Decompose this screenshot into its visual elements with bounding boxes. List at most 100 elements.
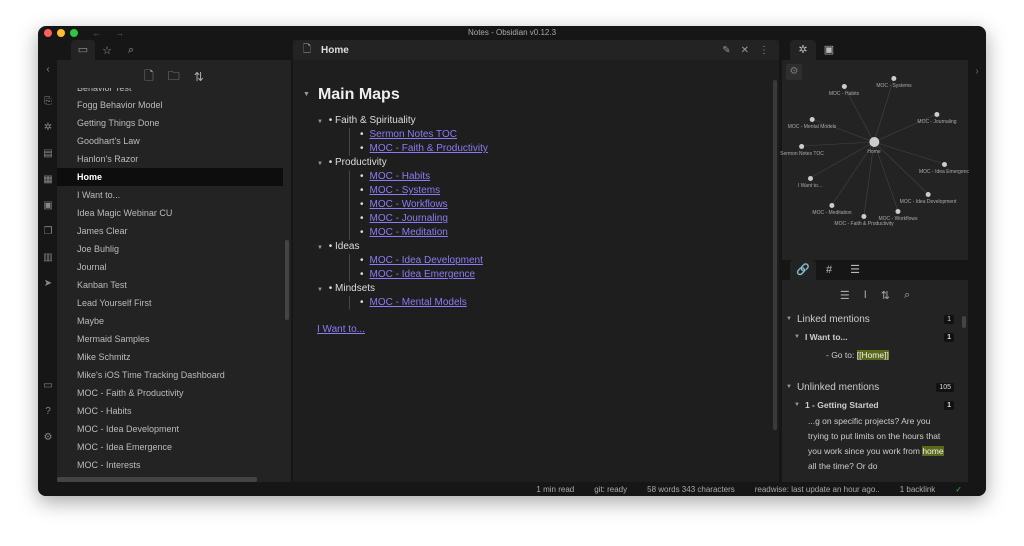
internal-link[interactable]: MOC - Workflows [360,198,779,212]
daily-note-icon[interactable]: ▣ [42,200,54,211]
internal-link[interactable]: MOC - Idea Development [360,254,779,268]
local-graph[interactable]: ⚙ MOC - Habits MOC - Systems MOC - Mental … [780,60,969,260]
close-button[interactable] [44,29,52,37]
status-backlinks[interactable]: 1 backlink [900,485,936,494]
back-arrow-icon[interactable]: ← [92,28,115,38]
file-item[interactable]: Home [57,168,283,186]
file-item[interactable]: Behavior Test [57,88,283,96]
outline-tab-list-icon[interactable]: ☰ [842,260,868,280]
internal-link[interactable]: MOC - Faith & Productivity [360,142,779,156]
internal-link[interactable]: MOC - Habits [360,170,779,184]
forward-arrow-icon[interactable]: → [115,28,138,38]
linked-snippet[interactable]: - Go to: [[Home]] [782,346,968,364]
internal-link[interactable]: MOC - Meditation [360,226,779,240]
collapse-triangle-icon[interactable]: ▼ [303,91,310,98]
file-item[interactable]: Mike Schmitz [57,348,283,366]
graph-node[interactable]: MOC - Journaling [917,112,957,125]
graph-tab-icon[interactable]: ✲ [790,40,816,60]
link-i-want-to[interactable]: I Want to... [317,324,779,335]
help-icon[interactable]: ? [42,406,54,417]
maximize-button[interactable] [70,29,78,37]
internal-link[interactable]: MOC - Idea Emergence [360,268,779,282]
file-item[interactable]: Fogg Behavior Model [57,96,283,114]
status-git[interactable]: git: ready [594,485,627,494]
unlinked-file-row[interactable]: ▼ 1 - Getting Started 1 [782,396,968,414]
collapse-icon[interactable]: ‹ [42,64,54,75]
unlinked-snippet[interactable]: ...g on specific projects? Are you tryin… [782,414,968,474]
send-icon[interactable]: ➤ [42,278,54,289]
collapse-triangle-icon[interactable]: ▼ [317,161,323,167]
file-item[interactable]: Mermaid Samples [57,330,283,348]
collapse-triangle-icon[interactable]: ▼ [317,287,323,293]
graph-node[interactable]: MOC - Systems [876,76,912,89]
file-item[interactable]: MOC - Faith & Productivity [57,384,283,402]
templates-icon[interactable]: ▦ [42,174,54,185]
close-pane-icon[interactable]: ✕ [741,45,749,56]
linked-file-row[interactable]: ▼ I Want to... 1 [782,328,968,346]
file-item[interactable]: I Want to... [57,186,283,204]
file-item[interactable]: Getting Things Done [57,114,283,132]
minimize-button[interactable] [57,29,65,37]
file-item[interactable]: Mike's iOS Time Tracking Dashboard [57,366,283,384]
search-icon[interactable]: ⌕ [904,289,910,302]
graph-view-icon[interactable]: ✲ [42,122,54,133]
edit-pencil-icon[interactable]: ✎ [722,45,730,56]
internal-link[interactable]: Sermon Notes TOC [360,128,779,142]
file-list-scrollbar[interactable] [285,240,289,320]
graph-node[interactable]: MOC - Mental Models [788,117,836,130]
sort-icon[interactable]: ⇅ [881,289,890,302]
unlinked-mentions-header[interactable]: ▼ Unlinked mentions 105 [782,378,968,396]
file-item[interactable]: Journal [57,258,283,276]
graph-node[interactable]: I Want to... [798,176,822,189]
status-readwise[interactable]: readwise: last update an hour ago.. [755,485,880,494]
vault-icon[interactable]: ▭ [42,380,54,391]
files-tab-folder-icon[interactable]: ▭ [71,40,95,60]
file-item[interactable]: MOC - Habits [57,402,283,420]
backlinks-tab-link-icon[interactable]: 🔗 [790,260,816,280]
more-options-icon[interactable]: ⋮ [759,45,769,56]
file-item[interactable]: Hanlon's Razor [57,150,283,168]
note-title[interactable]: Home [321,45,349,56]
file-item[interactable]: Goodhart's Law [57,132,283,150]
file-item[interactable]: Lead Yourself First [57,294,283,312]
internal-link[interactable]: MOC - Mental Models [360,296,779,310]
collapse-results-icon[interactable]: ☰ [840,289,850,302]
file-item[interactable]: MOC - Idea Emergence [57,438,283,456]
graph-node[interactable]: MOC - Habits [829,84,859,97]
graph-node[interactable]: MOC - Idea Emergenc [919,162,969,175]
file-item[interactable]: MOC - Idea Development [57,420,283,438]
internal-link[interactable]: MOC - Systems [360,184,779,198]
sync-check-icon[interactable]: ✓ [955,485,962,494]
editor-scrollbar[interactable] [773,80,777,430]
graph-node[interactable]: MOC - Faith & Productivity [834,214,894,227]
show-context-icon[interactable]: I [864,289,867,301]
copy-icon[interactable]: ❐ [42,226,54,237]
collapse-triangle-icon[interactable]: ▼ [317,119,323,125]
settings-gear-icon[interactable]: ⚙ [42,432,54,443]
graph-node[interactable]: Sermon Notes TOC [780,144,824,157]
backlinks-scrollbar[interactable] [962,316,966,328]
file-item[interactable]: Kanban Test [57,276,283,294]
file-item[interactable]: Idea Magic Webinar CU [57,204,283,222]
open-quick-switcher-icon[interactable]: ⎘ [42,96,54,107]
new-note-icon[interactable]: 🗋 [144,67,154,88]
search-tab-search-icon[interactable]: ⌕ [119,44,143,57]
collapse-triangle-icon[interactable]: ▼ [317,245,323,251]
graph-node[interactable]: MOC - Idea Development [900,192,956,205]
file-item[interactable]: Maybe [57,312,283,330]
internal-link[interactable]: MOC - Journaling [360,212,779,226]
slides-icon[interactable]: ▤ [42,148,54,159]
linked-mentions-header[interactable]: ▼ Linked mentions 1 [782,310,968,328]
graph-settings-gear-icon[interactable]: ⚙ [786,64,802,80]
kanban-icon[interactable]: ▥ [42,252,54,263]
expand-right-icon[interactable]: › [975,66,978,77]
file-item[interactable]: MOC - Interests [57,456,283,474]
tags-tab-hash-icon[interactable]: # [816,260,842,280]
new-folder-icon[interactable]: 🗀 [168,67,180,88]
file-item[interactable]: James Clear [57,222,283,240]
calendar-tab-icon[interactable]: ▣ [816,40,842,60]
file-item[interactable]: Joe Buhlig [57,240,283,258]
starred-tab-star-icon[interactable]: ☆ [95,44,119,57]
sort-icon[interactable]: ⇅ [194,70,204,84]
graph-node-home[interactable]: Home [867,137,881,155]
